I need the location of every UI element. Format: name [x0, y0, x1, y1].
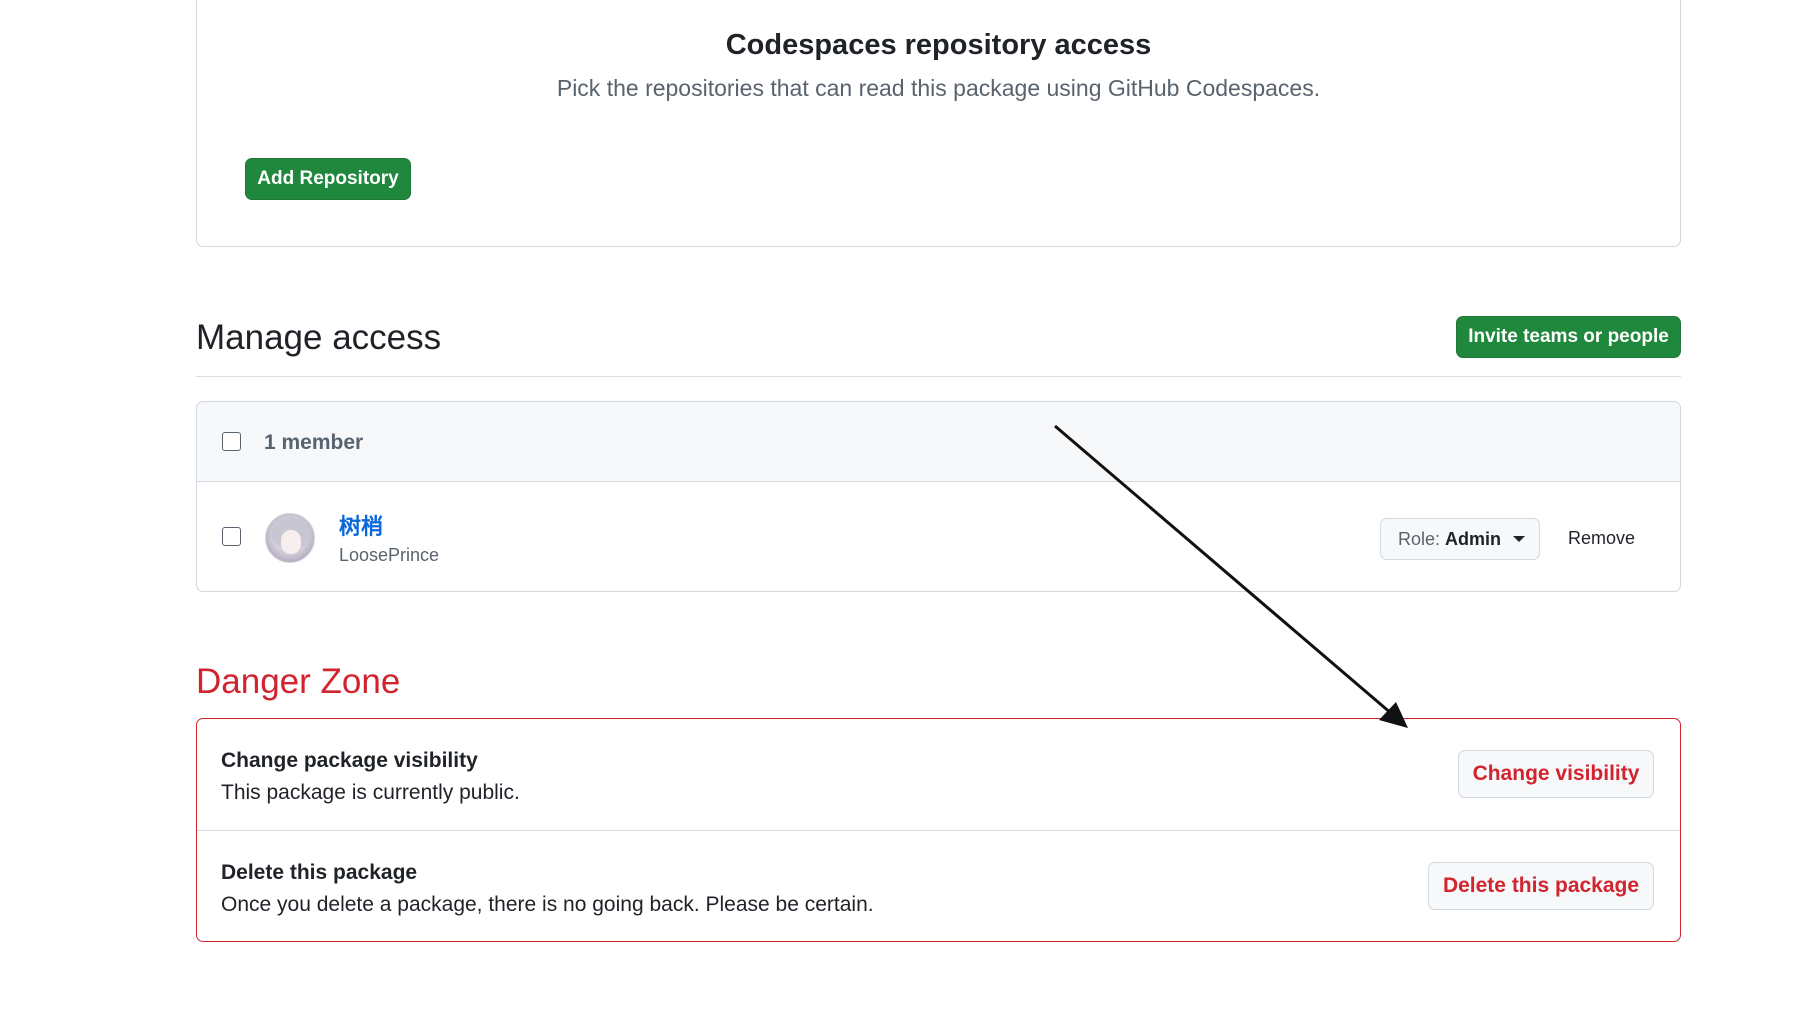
add-repository-button[interactable]: Add Repository [245, 158, 411, 200]
avatar[interactable] [265, 513, 315, 563]
change-visibility-row: Change package visibility This package i… [197, 719, 1680, 831]
codespaces-access-panel: Codespaces repository access Pick the re… [196, 0, 1681, 247]
danger-zone-panel: Change package visibility This package i… [196, 718, 1681, 942]
change-visibility-title: Change package visibility [221, 749, 478, 772]
invite-teams-or-people-button[interactable]: Invite teams or people [1456, 316, 1681, 358]
member-row: 树梢 LoosePrince Role: Admin Remove [197, 483, 1680, 591]
package-settings-page: Codespaces repository access Pick the re… [0, 0, 1819, 1029]
select-all-checkbox[interactable] [222, 432, 241, 451]
remove-member-button[interactable]: Remove [1568, 528, 1635, 549]
member-display-name-link[interactable]: 树梢 [339, 509, 383, 541]
change-visibility-button[interactable]: Change visibility [1458, 750, 1654, 798]
role-value: Admin [1445, 528, 1502, 549]
role-dropdown[interactable]: Role: Admin [1380, 518, 1540, 560]
manage-access-title: Manage access [196, 318, 442, 357]
delete-package-row: Delete this package Once you delete a pa… [197, 831, 1680, 943]
member-select-checkbox[interactable] [222, 527, 241, 546]
danger-zone-title: Danger Zone [196, 662, 401, 701]
codespaces-description: Pick the repositories that can read this… [556, 75, 1321, 101]
codespaces-title: Codespaces repository access [725, 29, 1152, 61]
members-table: 1 member 树梢 LoosePrince Role: Admin Remo… [196, 401, 1681, 592]
delete-package-description: Once you delete a package, there is no g… [221, 893, 874, 916]
caret-down-icon [1513, 536, 1526, 542]
delete-package-title: Delete this package [221, 861, 418, 884]
section-divider [196, 376, 1681, 377]
delete-package-button[interactable]: Delete this package [1428, 862, 1654, 910]
members-table-header: 1 member [197, 402, 1680, 482]
member-username: LoosePrince [339, 545, 440, 565]
role-prefix: Role: [1398, 528, 1441, 549]
change-visibility-description: This package is currently public. [221, 781, 520, 804]
member-count: 1 member [264, 431, 364, 454]
